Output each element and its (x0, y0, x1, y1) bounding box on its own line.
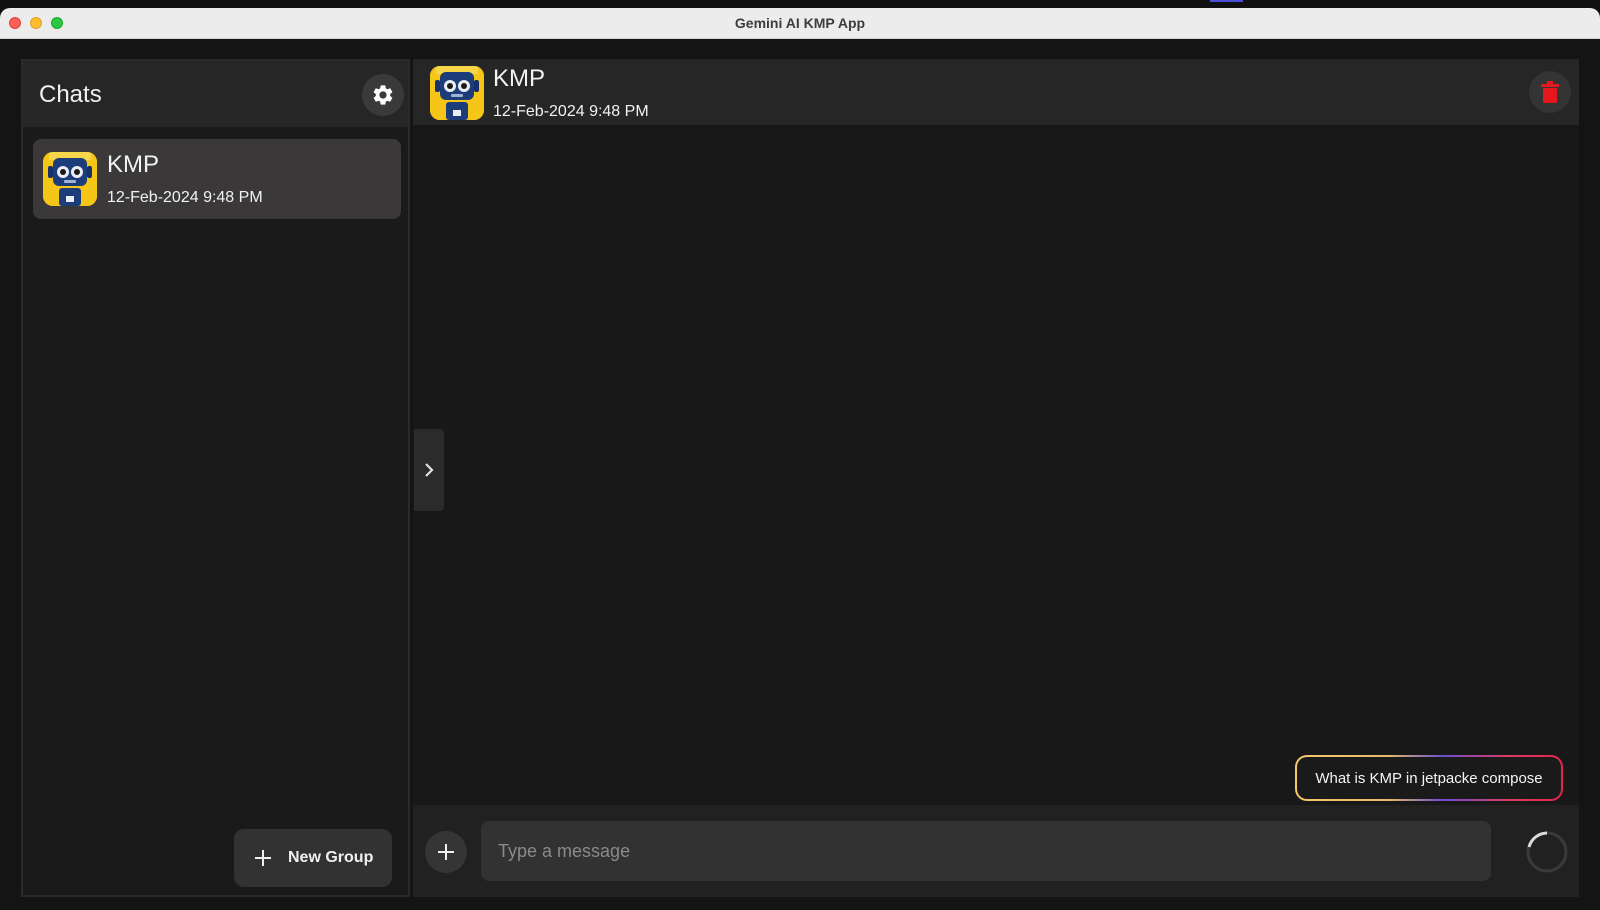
message-composer (413, 805, 1579, 897)
chat-subtitle-date: 12-Feb-2024 9:48 PM (493, 103, 649, 120)
menu-bar-indicator (1210, 0, 1243, 2)
expand-sidebar-handle[interactable] (414, 429, 444, 511)
trash-icon (1541, 81, 1559, 103)
chevron-right-icon (425, 463, 434, 477)
window-title: Gemini AI KMP App (734, 15, 866, 31)
new-group-label: New Group (288, 849, 374, 866)
chat-header: KMP 12-Feb-2024 9:48 PM (413, 59, 1579, 125)
robot-avatar (430, 66, 484, 120)
sidebar-header: Chats (23, 61, 408, 127)
loading-spinner-icon (1526, 831, 1568, 873)
app-window: Gemini AI KMP App Chats KMP 12-Feb-2024 … (0, 8, 1600, 910)
attach-button[interactable] (425, 831, 467, 873)
plus-icon (438, 844, 454, 860)
new-group-button[interactable]: New Group (234, 829, 392, 887)
message-input[interactable] (481, 821, 1491, 881)
chat-name: KMP (107, 151, 160, 178)
chat-list-item[interactable]: KMP 12-Feb-2024 9:48 PM (33, 139, 401, 219)
chat-title: KMP (493, 65, 546, 92)
plus-icon (255, 850, 271, 866)
chat-date: 12-Feb-2024 9:48 PM (107, 189, 263, 206)
settings-button[interactable] (362, 74, 404, 116)
chat-panel: KMP 12-Feb-2024 9:48 PM What is KMP in j… (413, 59, 1579, 897)
delete-chat-button[interactable] (1529, 71, 1571, 113)
suggestion-chip[interactable]: What is KMP in jetpacke compose (1295, 755, 1563, 801)
suggestion-text: What is KMP in jetpacke compose (1297, 757, 1561, 799)
sidebar-title: Chats (39, 81, 102, 108)
chats-sidebar: Chats KMP 12-Feb-2024 9:48 PM New Group (21, 59, 410, 897)
title-bar: Gemini AI KMP App (0, 8, 1600, 39)
robot-avatar (43, 152, 97, 206)
gear-icon (373, 85, 393, 105)
